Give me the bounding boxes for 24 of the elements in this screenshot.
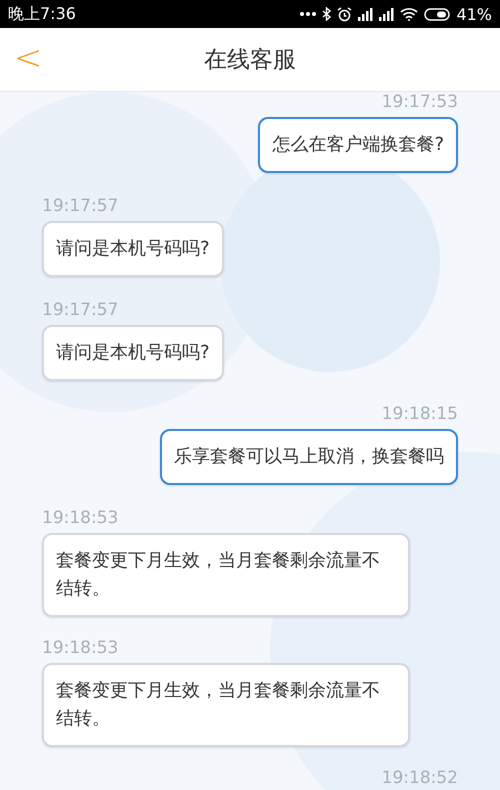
battery-percent: 41% <box>456 4 492 24</box>
message-time: 19:18:15 <box>382 404 458 424</box>
message-bubble: 套餐变更下月生效，当月套餐剩余流量不结转。 <box>42 663 410 747</box>
message-bubble: 请问是本机号码吗? <box>42 221 224 277</box>
status-time: 晚上7:36 <box>8 4 76 24</box>
battery-icon <box>424 8 450 20</box>
signal-icon <box>358 8 374 20</box>
message-time: 19:17:57 <box>42 196 118 216</box>
more-dots-icon <box>300 11 316 17</box>
message-time: 19:17:53 <box>382 92 458 112</box>
page-title: 在线客服 <box>204 46 296 75</box>
message-time: 19:18:52 <box>382 768 458 788</box>
alarm-icon <box>337 6 352 22</box>
message-bubble: 套餐变更下月生效，当月套餐剩余流量不结转。 <box>42 533 410 617</box>
wifi-icon <box>400 7 418 21</box>
message-time: 19:18:53 <box>42 508 118 528</box>
signal-icon <box>379 8 394 20</box>
message-bubble: 乐享套餐可以马上取消，换套餐吗 <box>160 429 458 485</box>
message-bubble: 请问是本机号码吗? <box>42 325 224 381</box>
back-button[interactable]: < <box>10 40 46 76</box>
bluetooth-icon <box>322 7 332 21</box>
message-bubble: 怎么在客户端换套餐? <box>258 117 458 173</box>
message-time: 19:17:57 <box>42 300 118 320</box>
message-time: 19:18:53 <box>42 638 118 658</box>
